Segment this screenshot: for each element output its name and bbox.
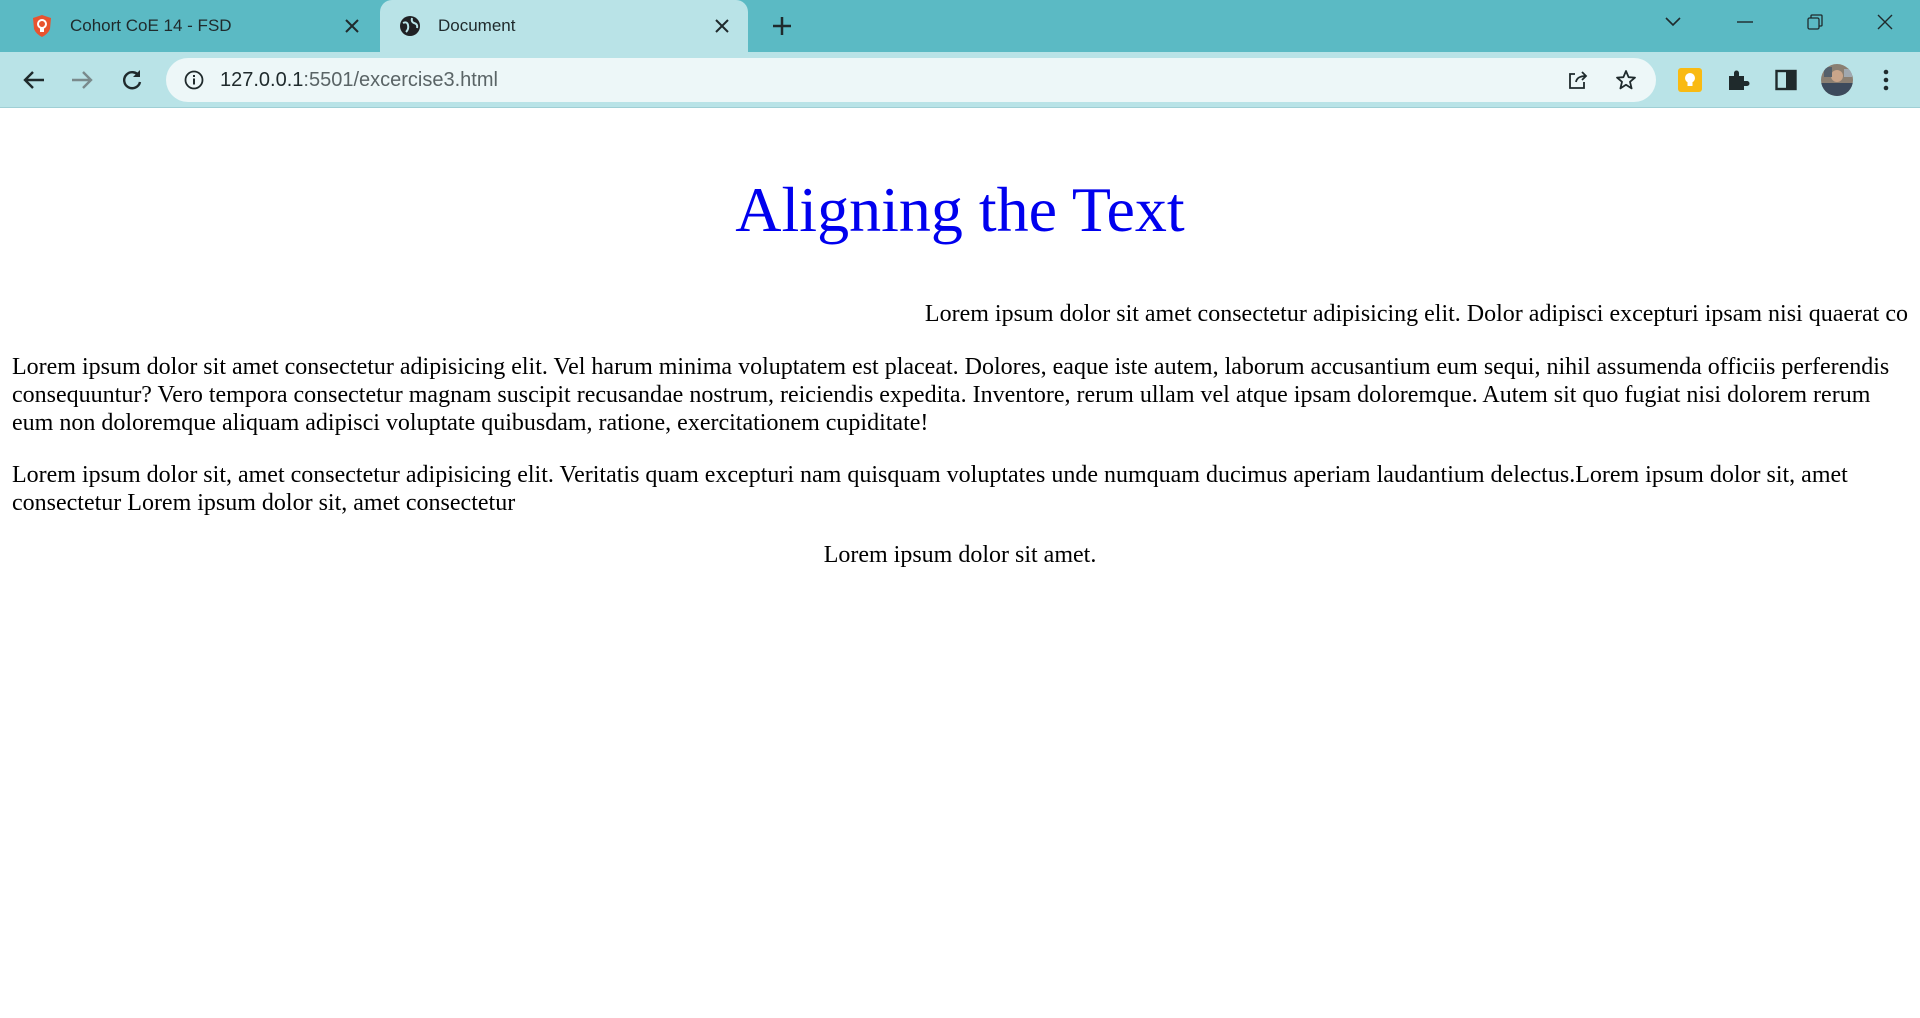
paragraph-right-aligned: Lorem ipsum dolor sit amet consectetur a… <box>924 301 1908 327</box>
bookmark-star-icon[interactable] <box>1606 58 1646 102</box>
page-content: Aligning the Text Lorem ipsum dolor sit … <box>0 109 1920 1018</box>
url-path: :5501/excercise3.html <box>303 68 498 91</box>
tab-search-button[interactable] <box>1638 0 1708 44</box>
extensions-puzzle-icon[interactable] <box>1722 64 1754 96</box>
paragraph-justified: Lorem ipsum dolor sit, amet consectetur … <box>12 462 1848 516</box>
share-icon[interactable] <box>1558 58 1598 102</box>
side-panel-icon[interactable] <box>1770 64 1802 96</box>
tab-title: Document <box>438 16 516 35</box>
close-tab-icon[interactable] <box>338 12 366 40</box>
back-button[interactable] <box>14 60 54 100</box>
keep-extension-icon[interactable] <box>1674 64 1706 96</box>
paragraph-left-aligned: Lorem ipsum dolor sit amet consectetur a… <box>12 354 1890 436</box>
tab-cohort[interactable]: Cohort CoE 14 - FSD <box>12 0 378 52</box>
tab-document[interactable]: Document <box>380 0 748 52</box>
close-window-button[interactable] <box>1850 0 1920 44</box>
browser-menu-icon[interactable] <box>1870 64 1902 96</box>
shield-favicon-icon <box>30 14 54 38</box>
restore-button[interactable] <box>1780 0 1850 44</box>
url-text: 127.0.0.1:5501/excercise3.html <box>220 69 498 92</box>
globe-icon <box>398 14 422 38</box>
minimize-button[interactable] <box>1710 0 1780 44</box>
reload-button[interactable] <box>112 60 152 100</box>
paragraph-centered: Lorem ipsum dolor sit amet. <box>823 542 1097 568</box>
tab-title: Cohort CoE 14 - FSD <box>70 16 232 35</box>
profile-avatar[interactable] <box>1820 63 1854 97</box>
forward-button[interactable] <box>62 60 102 100</box>
site-info-icon[interactable] <box>182 68 206 92</box>
tab-strip: Cohort CoE 14 - FSD Document <box>0 0 1920 52</box>
close-tab-icon[interactable] <box>708 12 736 40</box>
new-tab-button[interactable] <box>766 12 798 40</box>
page-heading: Aligning the Text <box>735 174 1185 245</box>
url-host: 127.0.0.1 <box>220 68 304 91</box>
browser-toolbar: 127.0.0.1:5501/excercise3.html <box>0 52 1920 108</box>
address-bar[interactable]: 127.0.0.1:5501/excercise3.html <box>166 58 1656 102</box>
